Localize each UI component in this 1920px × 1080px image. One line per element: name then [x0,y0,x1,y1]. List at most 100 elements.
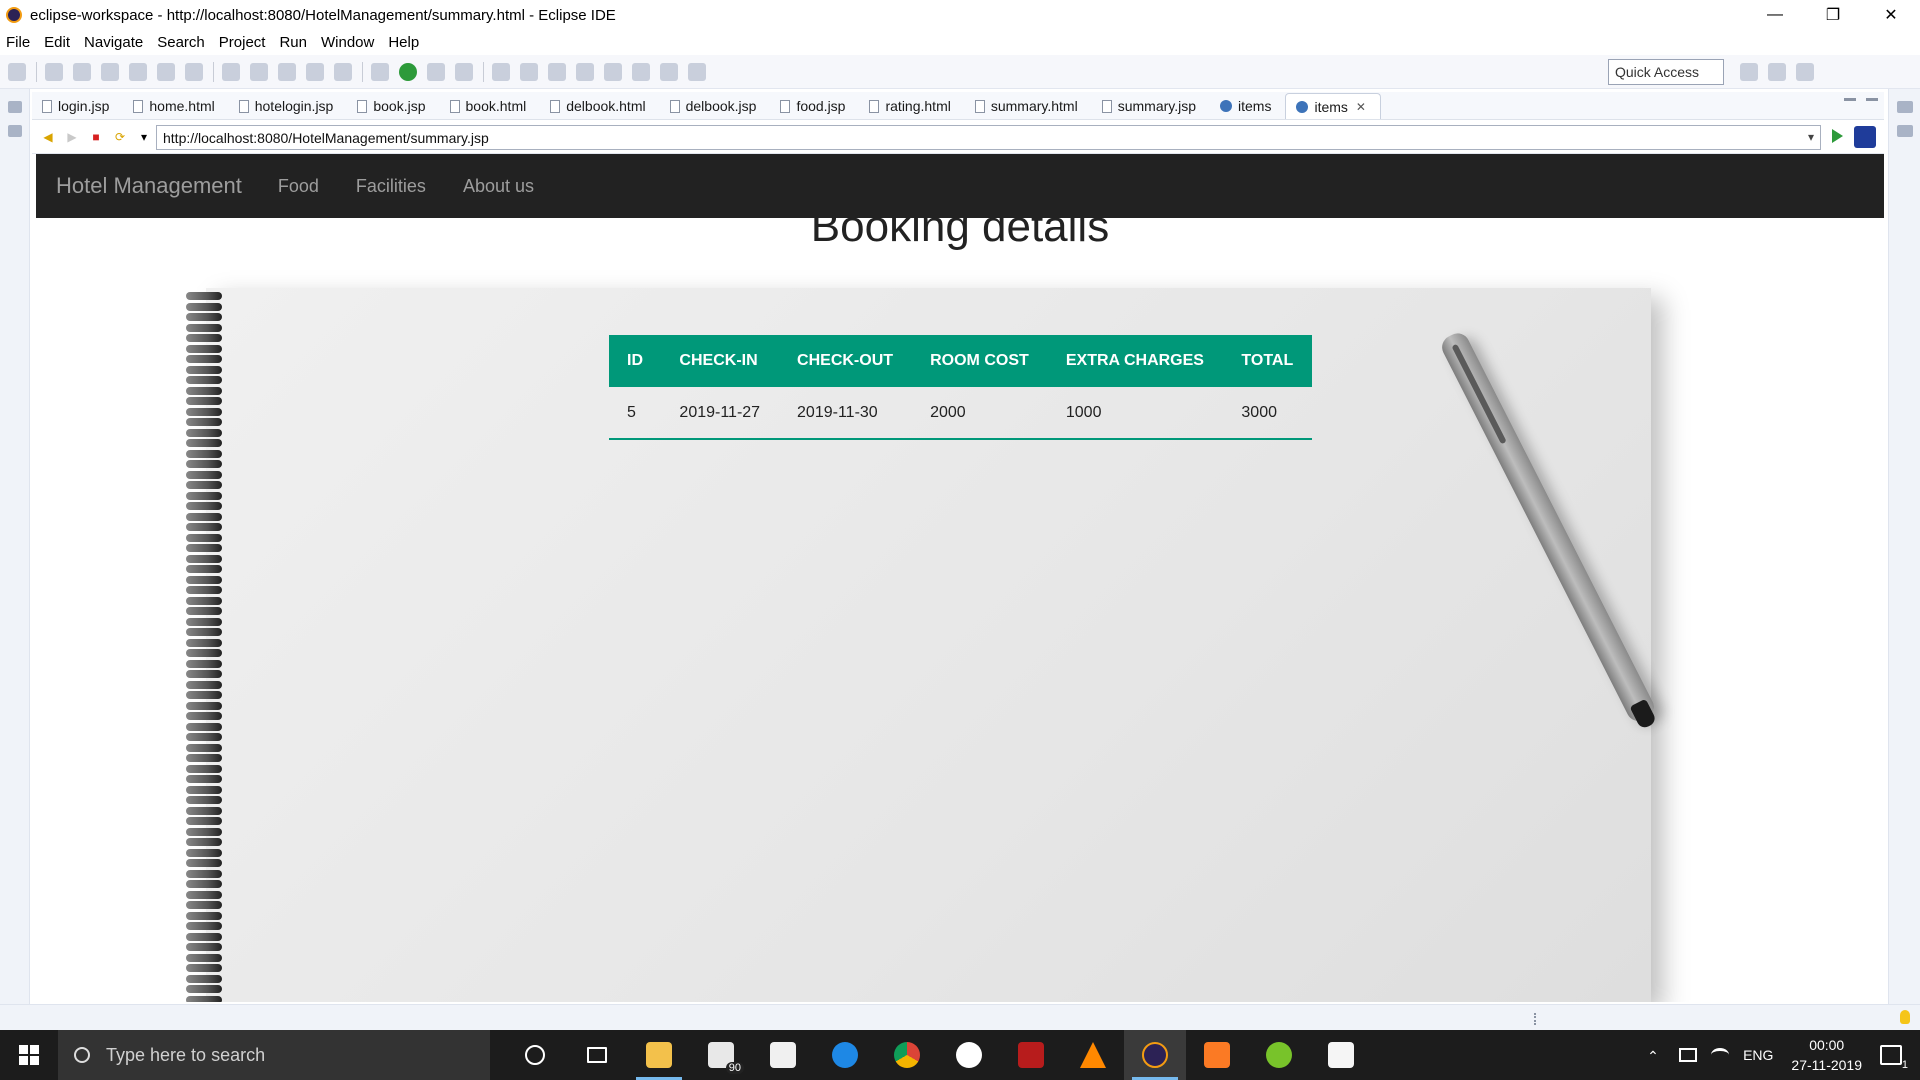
tab-items[interactable]: items [1210,93,1285,119]
start-button[interactable] [0,1030,58,1080]
minimize-button[interactable]: — [1746,0,1804,30]
forward-arrow-icon[interactable] [660,62,678,81]
forward-icon[interactable]: ▶ [64,130,80,144]
tab-book-html[interactable]: book.html [440,93,541,119]
toolbar-icon[interactable] [278,62,296,81]
menu-navigate[interactable]: Navigate [84,34,143,51]
chevron-up-icon[interactable]: ⌃ [1647,1048,1665,1064]
clock[interactable]: 00:00 27-11-2019 [1791,1035,1862,1075]
back-arrow-icon[interactable] [632,62,650,81]
tab-rating-html[interactable]: rating.html [859,93,964,119]
refresh-icon[interactable]: ⟳ [112,130,128,144]
photos-icon[interactable] [1310,1030,1372,1080]
game-app-icon[interactable] [1000,1030,1062,1080]
tab-food-jsp[interactable]: food.jsp [770,93,859,119]
stop-icon[interactable]: ■ [88,130,104,144]
restore-view-icon[interactable] [1896,101,1913,113]
chrome-icon[interactable] [876,1030,938,1080]
close-icon[interactable]: ✕ [1356,100,1366,114]
toolbar-icon[interactable] [222,62,240,81]
close-button[interactable]: ✕ [1862,0,1920,30]
tab-home-html[interactable]: home.html [123,93,228,119]
nav-link-food[interactable]: Food [278,176,319,197]
edge-icon[interactable] [814,1030,876,1080]
toolbar-icon[interactable] [250,62,268,81]
toolbar-icon[interactable] [688,62,706,81]
task-view-icon[interactable] [566,1030,628,1080]
navbar-brand[interactable]: Hotel Management [56,173,242,199]
tip-bulb-icon[interactable] [1900,1010,1910,1024]
toolbar-icon[interactable] [306,62,324,81]
menu-edit[interactable]: Edit [44,34,70,51]
chevron-down-icon[interactable]: ▾ [1808,130,1814,144]
tab-login-jsp[interactable]: login.jsp [32,93,123,119]
spiral-ring [186,733,222,741]
menu-search[interactable]: Search [157,34,205,51]
menu-help[interactable]: Help [388,34,419,51]
battery-icon[interactable] [1679,1048,1698,1062]
toolbar-icon[interactable] [548,62,566,81]
tab-summary-jsp[interactable]: summary.jsp [1092,93,1210,119]
perspective-icon[interactable] [1768,63,1786,81]
toolbar-icon[interactable] [334,62,352,81]
tab-summary-html[interactable]: summary.html [965,93,1092,119]
nav-link-facilities[interactable]: Facilities [356,176,426,197]
menu-file[interactable]: File [6,34,30,51]
toolbar-icon[interactable] [129,62,147,81]
perspective-icon[interactable] [1740,63,1758,81]
toolbar-icon[interactable] [185,62,203,81]
toolbar-icon[interactable] [520,62,538,81]
toolbar-icon[interactable] [73,62,91,81]
wifi-icon[interactable] [1711,1048,1730,1062]
nav-link-about[interactable]: About us [463,176,534,197]
file-explorer-icon[interactable] [628,1030,690,1080]
minimize-icon[interactable] [1844,98,1856,101]
restore-button[interactable]: ❐ [1804,0,1862,30]
open-external-icon[interactable] [1854,126,1876,148]
maximize-icon[interactable] [1866,98,1878,101]
toolbar-icon[interactable] [101,62,119,81]
cortana-icon[interactable] [504,1030,566,1080]
notification-icon[interactable]: 1 [1880,1045,1908,1071]
taskbar-search-input[interactable]: Type here to search [58,1030,490,1080]
chevron-down-icon[interactable]: ▾ [136,130,152,144]
tab-items-active[interactable]: items ✕ [1285,93,1381,119]
whatsapp-icon[interactable] [938,1030,1000,1080]
menu-window[interactable]: Window [321,34,374,51]
toolbar-icon[interactable] [492,62,510,81]
menu-project[interactable]: Project [219,34,266,51]
spiral-ring [186,565,222,573]
spiral-ring [186,995,222,1002]
toolbar-icon[interactable] [45,62,63,81]
back-icon[interactable]: ◀ [40,130,56,144]
utorrent-icon[interactable] [1248,1030,1310,1080]
quick-access-input[interactable]: Quick Access [1608,59,1724,85]
menu-run[interactable]: Run [279,34,307,51]
toolbar-icon[interactable] [455,62,473,81]
mail-icon[interactable]: 90 [690,1030,752,1080]
tab-book-jsp[interactable]: book.jsp [347,93,439,119]
view-icon[interactable] [1896,125,1913,137]
store-icon[interactable] [752,1030,814,1080]
tab-hotelogin-jsp[interactable]: hotelogin.jsp [229,93,348,119]
restore-view-icon[interactable] [7,101,22,113]
toolbar-icon[interactable] [576,62,594,81]
toolbar-icon[interactable] [8,62,26,81]
language-indicator[interactable]: ENG [1743,1047,1773,1063]
column-header: CHECK-OUT [779,335,913,387]
go-icon[interactable] [1832,129,1843,143]
eclipse-taskbar-icon[interactable] [1124,1030,1186,1080]
toolbar-icon[interactable] [157,62,175,81]
tab-delbook-jsp[interactable]: delbook.jsp [660,93,771,119]
perspective-icon[interactable] [1796,63,1814,81]
url-input[interactable]: http://localhost:8080/HotelManagement/su… [156,125,1821,150]
toolbar-icon[interactable] [604,62,622,81]
xampp-icon[interactable] [1186,1030,1248,1080]
spiral-ring [186,880,222,888]
debug-icon[interactable] [371,62,389,81]
toolbar-icon[interactable] [427,62,445,81]
tab-delbook-html[interactable]: delbook.html [540,93,659,119]
run-icon[interactable] [399,62,417,81]
vlc-icon[interactable] [1062,1030,1124,1080]
view-icon[interactable] [7,125,22,137]
